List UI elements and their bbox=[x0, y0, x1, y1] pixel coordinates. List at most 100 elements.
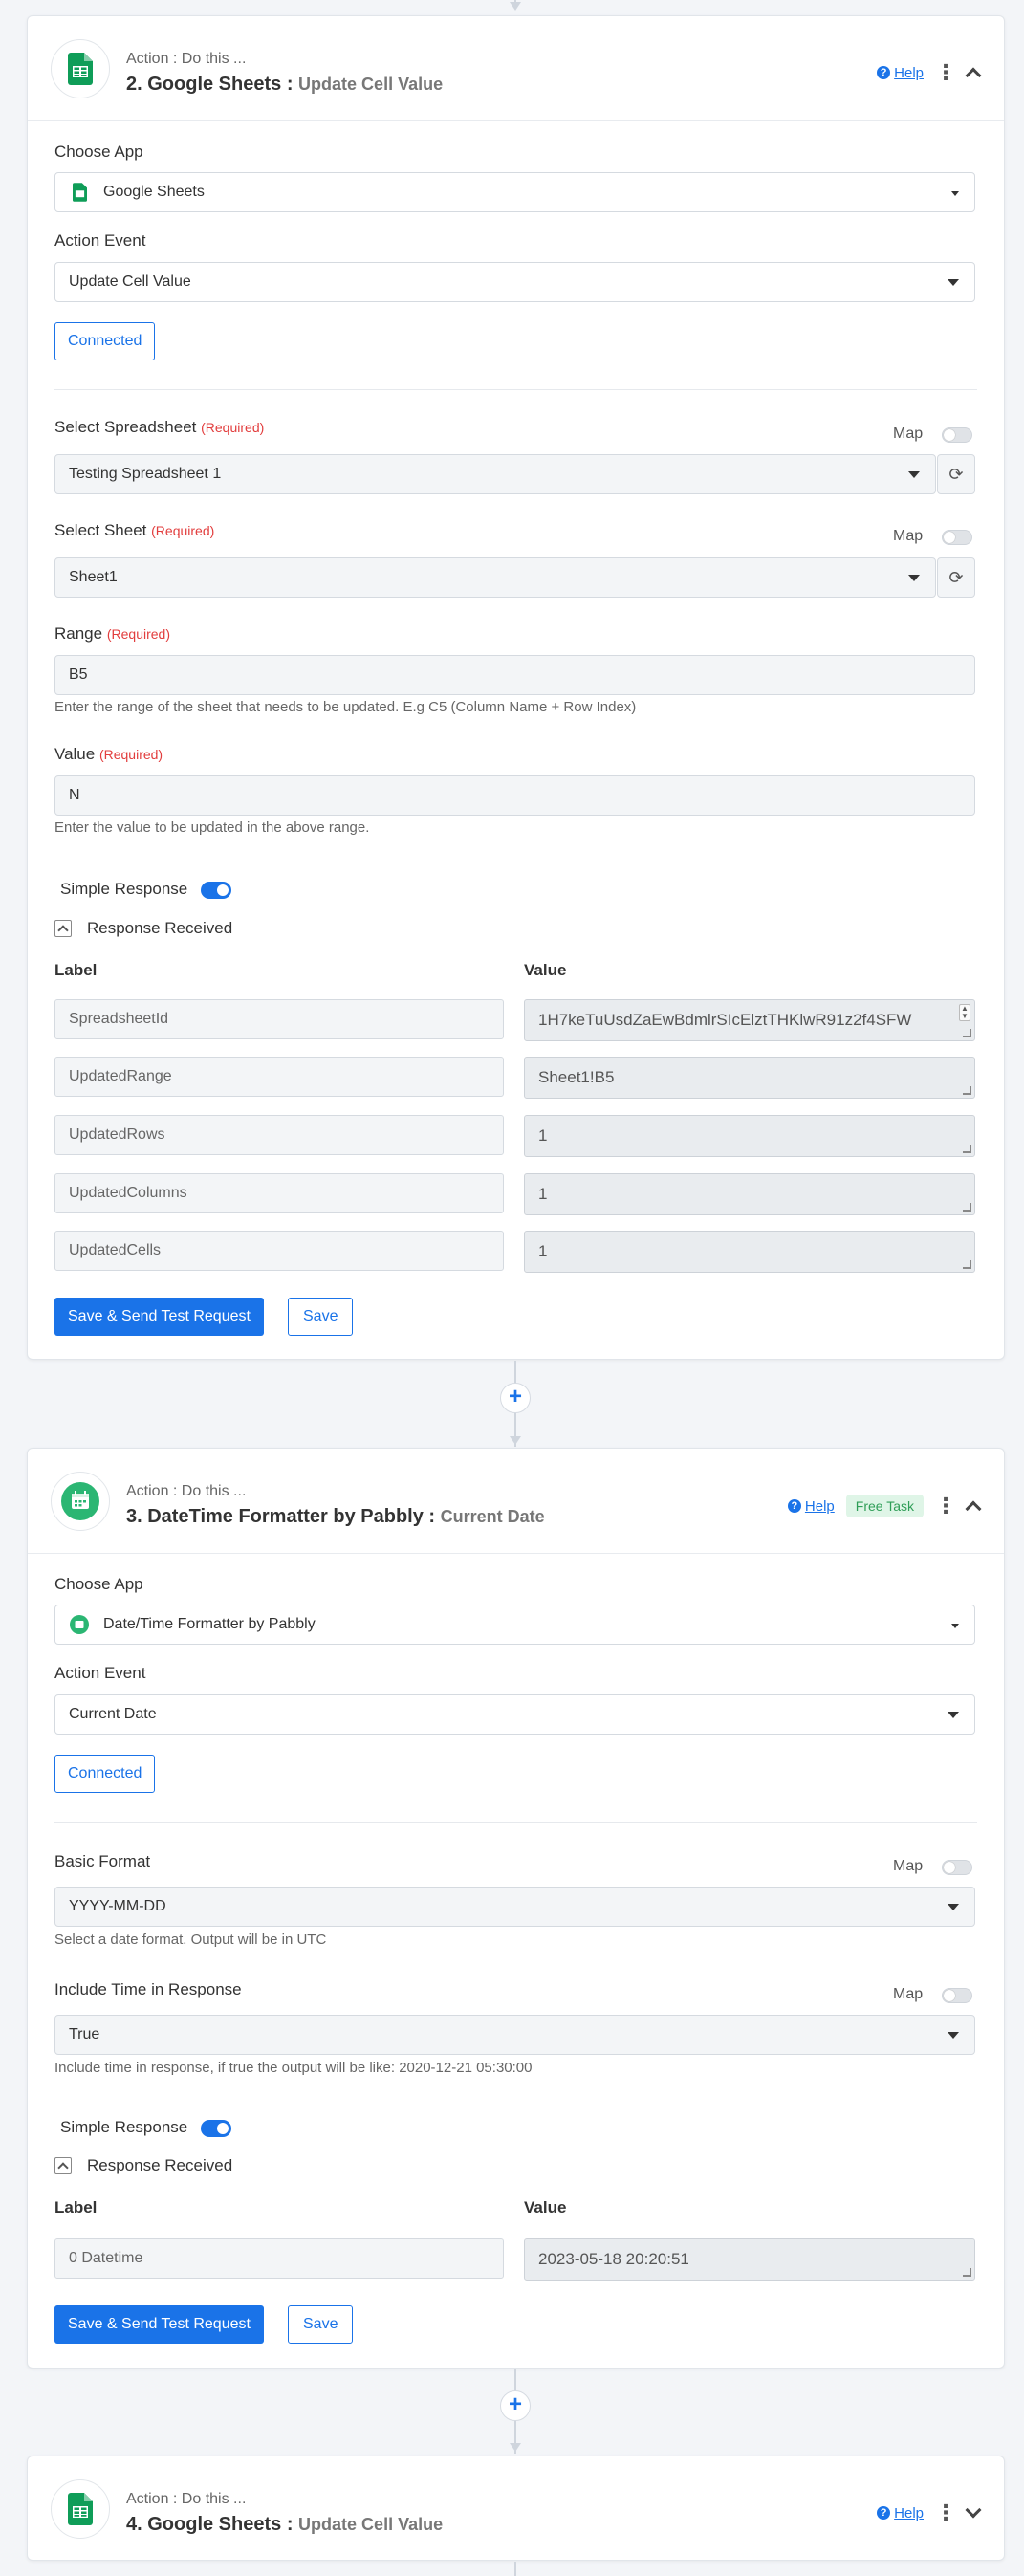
action-subtitle: Action : Do this ... bbox=[126, 1483, 247, 1499]
divider bbox=[54, 389, 977, 390]
add-step-button[interactable]: + bbox=[500, 1383, 531, 1413]
connector-arrow bbox=[510, 1436, 521, 1445]
connector-line bbox=[514, 2562, 516, 2576]
required-tag: (Required) bbox=[98, 747, 163, 762]
step-header[interactable]: Action : Do this ... 3. DateTime Formatt… bbox=[28, 1449, 1004, 1554]
divider bbox=[54, 1822, 977, 1823]
basic-format-label: Basic Format bbox=[54, 1852, 151, 1870]
label-column-header: Label bbox=[54, 2198, 98, 2216]
save-send-test-button[interactable]: Save & Send Test Request bbox=[54, 1298, 264, 1336]
connector-arrow bbox=[510, 2, 521, 11]
response-label-field: 0 Datetime bbox=[54, 2238, 504, 2279]
response-label-field: SpreadsheetId bbox=[54, 999, 504, 1039]
response-value-field[interactable]: 1H7keTuUsdZaEwBdmlrSIcElztTHKlwR91z2f4SF… bbox=[524, 999, 975, 1041]
step-header[interactable]: Action : Do this ... 4. Google Sheets : … bbox=[28, 2456, 1004, 2562]
response-value-field[interactable]: 1 bbox=[524, 1115, 975, 1157]
range-input[interactable]: B5 bbox=[54, 655, 975, 695]
map-label: Map bbox=[893, 1858, 924, 1874]
response-value-field[interactable]: 1 bbox=[524, 1173, 975, 1215]
more-options-icon[interactable]: ⋮ bbox=[935, 62, 956, 83]
range-label: Range (Required) bbox=[54, 624, 170, 643]
chevron-down-icon bbox=[951, 1624, 959, 1628]
resize-handle-icon[interactable] bbox=[963, 1086, 971, 1095]
map-toggle[interactable] bbox=[942, 1860, 972, 1875]
value-label: Value (Required) bbox=[54, 745, 163, 763]
step-card-google-sheets: Action : Do this ... 2. Google Sheets : … bbox=[27, 15, 1005, 1360]
step-card-google-sheets-4: Action : Do this ... 4. Google Sheets : … bbox=[27, 2456, 1005, 2561]
spreadsheet-value: Testing Spreadsheet 1 bbox=[69, 466, 222, 482]
response-value-field[interactable]: 2023-05-18 20:20:51 bbox=[524, 2238, 975, 2281]
help-icon: ? bbox=[877, 2506, 891, 2520]
action-subtitle: Action : Do this ... bbox=[126, 51, 247, 67]
help-label: Help bbox=[804, 1497, 835, 1515]
map-toggle[interactable] bbox=[942, 530, 972, 545]
connected-button[interactable]: Connected bbox=[54, 1755, 156, 1793]
value-input[interactable]: N bbox=[54, 775, 975, 816]
refresh-spreadsheet-button[interactable]: ⟳ bbox=[937, 454, 975, 494]
simple-response-label: Simple Response bbox=[60, 2118, 188, 2136]
step-title-app: 4. Google Sheets : bbox=[126, 2514, 294, 2535]
response-value-field[interactable]: Sheet1!B5 bbox=[524, 1057, 975, 1099]
choose-app-value: Date/Time Formatter by Pabbly bbox=[103, 1616, 316, 1632]
response-value-field[interactable]: 1 bbox=[524, 1231, 975, 1273]
sheet-select[interactable]: Sheet1 bbox=[54, 557, 936, 598]
refresh-sheet-button[interactable]: ⟳ bbox=[937, 557, 975, 598]
range-help: Enter the range of the sheet that needs … bbox=[54, 699, 637, 715]
resize-handle-icon[interactable] bbox=[963, 1203, 971, 1212]
google-sheets-icon bbox=[69, 182, 90, 203]
help-link[interactable]: ? Help bbox=[877, 2505, 924, 2521]
spinner-icon[interactable]: ▲ ▼ bbox=[959, 1004, 970, 1021]
resize-handle-icon[interactable] bbox=[963, 1145, 971, 1153]
action-event-label: Action Event bbox=[54, 1664, 146, 1682]
step-title: 2. Google Sheets : Update Cell Value bbox=[126, 74, 443, 96]
choose-app-select[interactable]: Google Sheets bbox=[54, 172, 975, 212]
more-options-icon[interactable]: ⋮ bbox=[935, 1495, 956, 1517]
resize-handle-icon[interactable] bbox=[963, 1029, 971, 1037]
spreadsheet-select[interactable]: Testing Spreadsheet 1 bbox=[54, 454, 936, 494]
step-title-event: Update Cell Value bbox=[298, 2515, 444, 2534]
chevron-down-icon[interactable] bbox=[965, 2501, 982, 2519]
action-event-select[interactable]: Update Cell Value bbox=[54, 262, 975, 302]
add-step-button[interactable]: + bbox=[500, 2390, 531, 2421]
collapse-response-icon[interactable] bbox=[54, 2157, 72, 2174]
map-toggle[interactable] bbox=[942, 427, 972, 443]
choose-app-select[interactable]: Date/Time Formatter by Pabbly bbox=[54, 1605, 975, 1645]
step-title-event: Update Cell Value bbox=[298, 75, 444, 94]
help-icon: ? bbox=[877, 66, 891, 79]
value-column-header: Value bbox=[524, 961, 567, 979]
chevron-up-icon[interactable] bbox=[965, 1500, 982, 1517]
collapse-response-icon[interactable] bbox=[54, 920, 72, 937]
save-button[interactable]: Save bbox=[288, 1298, 354, 1336]
action-event-select[interactable]: Current Date bbox=[54, 1694, 975, 1735]
resize-handle-icon[interactable] bbox=[963, 2268, 971, 2277]
step-title: 4. Google Sheets : Update Cell Value bbox=[126, 2514, 443, 2536]
step-title: 3. DateTime Formatter by Pabbly : Curren… bbox=[126, 1506, 545, 1528]
datetime-icon bbox=[69, 1614, 90, 1635]
connector-arrow bbox=[510, 2443, 521, 2452]
chevron-down-icon bbox=[951, 191, 959, 196]
help-label: Help bbox=[894, 2504, 924, 2521]
include-time-select[interactable]: True bbox=[54, 2015, 975, 2055]
include-time-label: Include Time in Response bbox=[54, 1980, 242, 1998]
simple-response-toggle[interactable] bbox=[201, 2120, 231, 2137]
resize-handle-icon[interactable] bbox=[963, 1260, 971, 1269]
sheet-value: Sheet1 bbox=[69, 569, 118, 585]
required-tag: (Required) bbox=[201, 420, 265, 435]
response-label-field: UpdatedCells bbox=[54, 1231, 504, 1271]
step-header[interactable]: Action : Do this ... 2. Google Sheets : … bbox=[28, 16, 1004, 121]
simple-response-label: Simple Response bbox=[60, 880, 188, 898]
choose-app-label: Choose App bbox=[54, 142, 143, 161]
save-button[interactable]: Save bbox=[288, 2305, 354, 2344]
connected-button[interactable]: Connected bbox=[54, 322, 156, 360]
simple-response-toggle[interactable] bbox=[201, 882, 231, 899]
basic-format-select[interactable]: YYYY-MM-DD bbox=[54, 1887, 975, 1927]
help-link[interactable]: ? Help bbox=[877, 65, 924, 81]
more-options-icon[interactable]: ⋮ bbox=[935, 2502, 956, 2523]
chevron-up-icon[interactable] bbox=[965, 67, 982, 84]
map-toggle[interactable] bbox=[942, 1988, 972, 2003]
value-column-header: Value bbox=[524, 2198, 567, 2216]
map-label: Map bbox=[893, 528, 924, 544]
help-link[interactable]: ? Help bbox=[787, 1497, 835, 1515]
save-send-test-button[interactable]: Save & Send Test Request bbox=[54, 2305, 264, 2344]
required-tag: (Required) bbox=[151, 523, 215, 538]
